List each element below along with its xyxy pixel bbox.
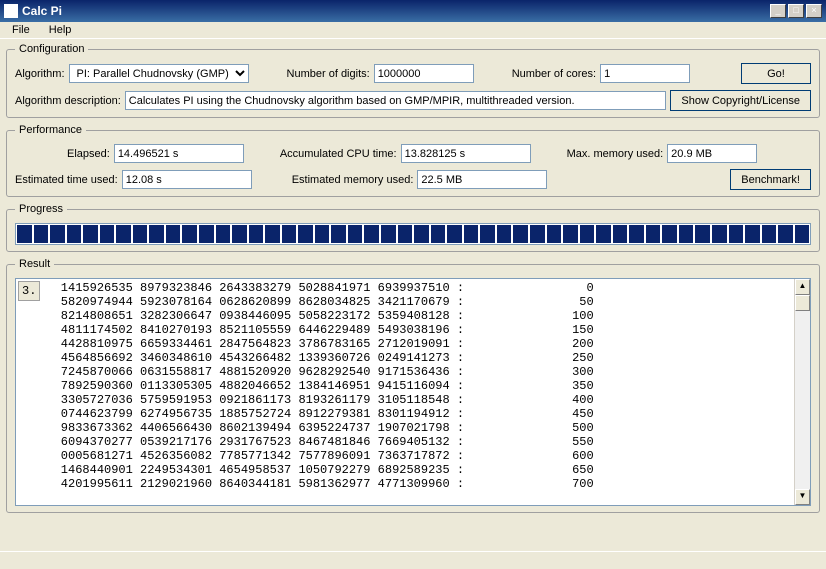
progress-segment — [762, 225, 777, 243]
benchmark-button[interactable]: Benchmark! — [730, 169, 811, 190]
progress-segment — [232, 225, 247, 243]
progress-segment — [447, 225, 462, 243]
digits-input[interactable] — [374, 64, 474, 83]
progress-segment — [662, 225, 677, 243]
scroll-track[interactable] — [795, 295, 810, 489]
progress-segment — [315, 225, 330, 243]
cpu-field — [401, 144, 531, 163]
elapsed-field — [114, 144, 244, 163]
performance-group: Performance Elapsed: Accumulated CPU tim… — [6, 124, 820, 197]
maximize-button[interactable]: □ — [788, 4, 804, 18]
progress-segment — [513, 225, 528, 243]
progress-segment — [265, 225, 280, 243]
progress-segment — [100, 225, 115, 243]
progress-segment — [629, 225, 644, 243]
progress-group: Progress — [6, 203, 820, 252]
mem-label: Max. memory used: — [567, 148, 664, 160]
scroll-thumb[interactable] — [795, 295, 810, 311]
menu-file[interactable]: File — [4, 22, 38, 38]
progress-segment — [497, 225, 512, 243]
window-title: Calc Pi — [22, 4, 770, 18]
est-mem-field — [417, 170, 547, 189]
progress-segment — [17, 225, 32, 243]
progress-segment — [414, 225, 429, 243]
progress-segment — [331, 225, 346, 243]
progress-segment — [50, 225, 65, 243]
menu-bar: File Help — [0, 22, 826, 39]
app-icon — [4, 4, 18, 18]
progress-segment — [729, 225, 744, 243]
progress-segment — [778, 225, 793, 243]
est-time-label: Estimated time used: — [15, 174, 118, 186]
algorithm-select[interactable]: PI: Parallel Chudnovsky (GMP) — [69, 64, 249, 83]
desc-field — [125, 91, 667, 110]
result-prefix: 3. — [18, 281, 40, 301]
performance-legend: Performance — [15, 124, 86, 136]
progress-segment — [563, 225, 578, 243]
progress-segment — [67, 225, 82, 243]
progress-bar — [15, 223, 811, 245]
menu-help[interactable]: Help — [41, 22, 80, 38]
progress-segment — [133, 225, 148, 243]
scroll-up-icon[interactable]: ▲ — [795, 279, 810, 295]
cpu-label: Accumulated CPU time: — [280, 148, 397, 160]
progress-segment — [580, 225, 595, 243]
progress-segment — [795, 225, 810, 243]
progress-segment — [364, 225, 379, 243]
configuration-legend: Configuration — [15, 43, 88, 55]
progress-segment — [596, 225, 611, 243]
algorithm-label: Algorithm: — [15, 68, 65, 80]
progress-segment — [298, 225, 313, 243]
configuration-group: Configuration Algorithm: PI: Parallel Ch… — [6, 43, 820, 118]
minimize-button[interactable]: _ — [770, 4, 786, 18]
go-button[interactable]: Go! — [741, 63, 811, 84]
result-text[interactable]: 1415926535 8979323846 2643383279 5028841… — [42, 279, 794, 505]
progress-segment — [381, 225, 396, 243]
title-bar: Calc Pi _ □ × — [0, 0, 826, 22]
digits-label: Number of digits: — [287, 68, 370, 80]
progress-segment — [530, 225, 545, 243]
progress-segment — [149, 225, 164, 243]
progress-segment — [182, 225, 197, 243]
progress-legend: Progress — [15, 203, 67, 215]
result-area: 3. 1415926535 8979323846 2643383279 5028… — [15, 278, 811, 506]
result-scrollbar[interactable]: ▲ ▼ — [794, 279, 810, 505]
progress-segment — [547, 225, 562, 243]
progress-segment — [199, 225, 214, 243]
status-bar — [0, 551, 826, 569]
cores-label: Number of cores: — [512, 68, 596, 80]
cores-input[interactable] — [600, 64, 690, 83]
progress-segment — [480, 225, 495, 243]
progress-segment — [216, 225, 231, 243]
progress-segment — [282, 225, 297, 243]
progress-segment — [249, 225, 264, 243]
est-mem-label: Estimated memory used: — [292, 174, 414, 186]
progress-segment — [745, 225, 760, 243]
desc-label: Algorithm description: — [15, 95, 121, 107]
progress-segment — [166, 225, 181, 243]
progress-segment — [398, 225, 413, 243]
progress-segment — [712, 225, 727, 243]
progress-segment — [348, 225, 363, 243]
scroll-down-icon[interactable]: ▼ — [795, 489, 810, 505]
mem-field — [667, 144, 757, 163]
result-legend: Result — [15, 258, 54, 270]
progress-segment — [646, 225, 661, 243]
progress-segment — [116, 225, 131, 243]
progress-segment — [83, 225, 98, 243]
est-time-field — [122, 170, 252, 189]
progress-segment — [34, 225, 49, 243]
progress-segment — [613, 225, 628, 243]
progress-segment — [431, 225, 446, 243]
elapsed-label: Elapsed: — [67, 148, 110, 160]
result-group: Result 3. 1415926535 8979323846 26433832… — [6, 258, 820, 513]
close-button[interactable]: × — [806, 4, 822, 18]
progress-segment — [464, 225, 479, 243]
progress-segment — [679, 225, 694, 243]
copyright-button[interactable]: Show Copyright/License — [670, 90, 811, 111]
progress-segment — [695, 225, 710, 243]
